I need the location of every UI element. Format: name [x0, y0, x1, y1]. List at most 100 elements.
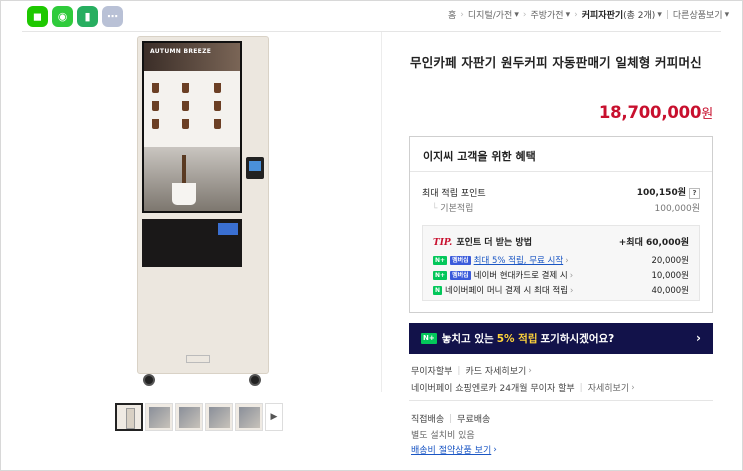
more-share-button[interactable]: ⋯	[102, 6, 123, 27]
screen-coffee-photo	[144, 147, 240, 211]
chevron-right-icon: ›	[522, 9, 527, 20]
tip-item-text[interactable]: 네이버페이 머니 결제 시 최대 적립	[445, 286, 568, 296]
tip-label: TIP.	[433, 238, 453, 248]
breadcrumb: 홈 › 디지털/가전 ▾ › 주방가전 ▾ › 커피자판기 (총 2개) ▾ |…	[448, 8, 730, 22]
chevron-down-icon[interactable]: ▾	[514, 10, 519, 20]
divider: |	[579, 382, 583, 393]
price-value: 18,700,000	[598, 103, 702, 122]
chevron-right-icon: ›	[570, 286, 574, 296]
wheel-icon	[249, 374, 261, 386]
tip-item-value: 40,000원	[651, 286, 689, 296]
breadcrumb-kitchen[interactable]: 주방가전	[530, 8, 563, 21]
chevron-down-icon[interactable]: ▾	[725, 10, 730, 20]
breadcrumb-count: (총 2개)	[623, 11, 656, 21]
help-icon[interactable]: ?	[689, 188, 700, 199]
tip-item-row[interactable]: N 네이버페이 머니 결제 시 최대 적립 › 40,000원	[433, 284, 689, 296]
thumbnail-5[interactable]	[235, 403, 263, 431]
thumbnail-strip: ▶	[115, 403, 283, 431]
menu-cup-icon	[152, 83, 159, 93]
benefit-header: 이지씨 고객을 위한 혜택	[410, 137, 712, 172]
dispense-area	[142, 219, 242, 267]
screen-menu: AUTUMN BREEZE	[144, 43, 240, 147]
thumbnail-1[interactable]	[115, 403, 143, 431]
chevron-right-icon: ›	[574, 9, 578, 20]
chevron-right-icon: ›	[528, 365, 532, 376]
installment-label: 무이자할부	[411, 367, 453, 377]
menu-cup-icon	[214, 101, 221, 111]
benefit-box: 이지씨 고객을 위한 혜택 최대 적립 포인트 100,150원? └ 기본적립…	[409, 136, 713, 313]
tip-header-row: TIP. 포인트 더 받는 방법 +최대 60,000원	[433, 235, 689, 248]
tip-item-value: 20,000원	[651, 256, 689, 266]
tip-item-row[interactable]: N+ 멤버십 네이버 현대카드로 결제 시 › 10,000원	[433, 269, 689, 281]
indent-icon: └	[432, 204, 438, 214]
screen-banner-text: AUTUMN BREEZE	[150, 48, 212, 55]
chevron-right-icon: ›	[460, 9, 464, 20]
npay-detail-link[interactable]: 자세히보기	[588, 381, 629, 394]
basic-points-value: 100,000원	[654, 204, 701, 214]
tip-text: 포인트 더 받는 방법	[456, 238, 532, 248]
menu-cup-icon	[182, 83, 189, 93]
shipping-type-row: 직접배송 | 무료배송	[411, 412, 491, 426]
naver-plus-badge-icon: N+	[433, 271, 448, 280]
section-divider	[409, 400, 713, 401]
chevron-down-icon[interactable]: ▾	[566, 10, 571, 20]
payment-terminal	[246, 157, 264, 179]
machine-cabinet: AUTUMN BREEZE	[137, 36, 269, 374]
brand-plate	[186, 355, 210, 363]
wheel-icon	[143, 374, 155, 386]
tip-item-row[interactable]: N+ 멤버십 최대 5% 적립, 무료 시작 › 20,000원	[433, 254, 689, 266]
chevron-right-icon: ›	[696, 331, 701, 345]
menu-cup-icon	[152, 119, 159, 129]
price-unit: 원	[701, 107, 713, 122]
shipping-saving-link[interactable]: 배송비 절약상품 보기	[411, 443, 491, 456]
shipping-extra-row: 별도 설치비 있음	[411, 428, 475, 441]
tip-box: TIP. 포인트 더 받는 방법 +최대 60,000원 N+ 멤버십 최대 5% 적…	[422, 225, 700, 301]
chevron-down-icon[interactable]: ▾	[657, 10, 662, 20]
card-detail-link[interactable]: 카드 자세히보기	[465, 364, 526, 377]
coffee-pour	[182, 155, 186, 185]
naver-plus-badge-icon: N+	[421, 333, 437, 344]
band-share-button[interactable]: ◉	[52, 6, 73, 27]
banner-text-before: 놓치고 있는	[441, 333, 494, 345]
other-products-link[interactable]: 다른상품보기	[673, 8, 723, 21]
max-points-row: 최대 적립 포인트 100,150원?	[422, 185, 700, 199]
basic-points-row: └ 기본적립 100,000원	[422, 201, 700, 214]
tip-item-text[interactable]: 네이버 현대카드로 결제 시	[474, 271, 568, 281]
coffee-mug	[172, 183, 196, 205]
breadcrumb-digital[interactable]: 디지털/가전	[468, 8, 512, 21]
membership-badge: 멤버십	[450, 256, 471, 265]
shipping-type: 직접배송	[411, 415, 445, 425]
share-bar: ◼ ◉ ▮ ⋯	[27, 6, 123, 27]
membership-badge: 멤버십	[450, 271, 471, 280]
installment-row: 무이자할부 | 카드 자세히보기 ›	[411, 364, 532, 378]
thumbnail-3[interactable]	[175, 403, 203, 431]
chevron-right-icon: ›	[565, 256, 569, 266]
product-image-area[interactable]: AUTUMN BREEZE	[22, 32, 382, 392]
npay-badge-icon: N	[433, 286, 443, 295]
tip-item-text[interactable]: 최대 5% 적립, 무료 시작	[474, 256, 564, 266]
bookmark-share-button[interactable]: ▮	[77, 6, 98, 27]
chevron-right-icon: ›	[631, 382, 635, 393]
product-price: 18,700,000원	[599, 103, 713, 122]
naver-plus-badge-icon: N+	[433, 256, 448, 265]
menu-cup-icon	[182, 119, 189, 129]
talk-share-button[interactable]: ◼	[27, 6, 48, 27]
thumbnail-2[interactable]	[145, 403, 173, 431]
shipping-fee: 무료배송	[457, 415, 491, 425]
breadcrumb-home[interactable]: 홈	[448, 8, 456, 21]
npay-installment-text: 네이버페이 쇼핑엔로카 24개월 무이자 할부	[411, 384, 575, 394]
play-icon: ▶	[270, 412, 278, 422]
thumbnail-next-button[interactable]: ▶	[265, 403, 283, 431]
npay-installment-row: 네이버페이 쇼핑엔로카 24개월 무이자 할부 | 자세히보기 ›	[411, 381, 635, 395]
breadcrumb-current[interactable]: 커피자판기	[582, 8, 623, 21]
membership-promo-banner[interactable]: N+ 놓치고 있는 5% 적립 포기하시겠어요? ›	[409, 323, 713, 354]
divider: |	[457, 365, 461, 376]
banner-text-after: 포기하시겠어요?	[540, 333, 615, 345]
thumbnail-4[interactable]	[205, 403, 233, 431]
max-points-label: 최대 적립 포인트	[422, 188, 486, 199]
product-title: 무인카페 자판기 원두커피 자동판매기 일체형 커피머신	[410, 55, 702, 70]
divider: |	[665, 9, 669, 20]
shipping-link-row: 배송비 절약상품 보기 ›	[411, 443, 497, 457]
menu-cup-icon	[214, 83, 221, 93]
tip-max: +최대 60,000원	[618, 238, 689, 248]
